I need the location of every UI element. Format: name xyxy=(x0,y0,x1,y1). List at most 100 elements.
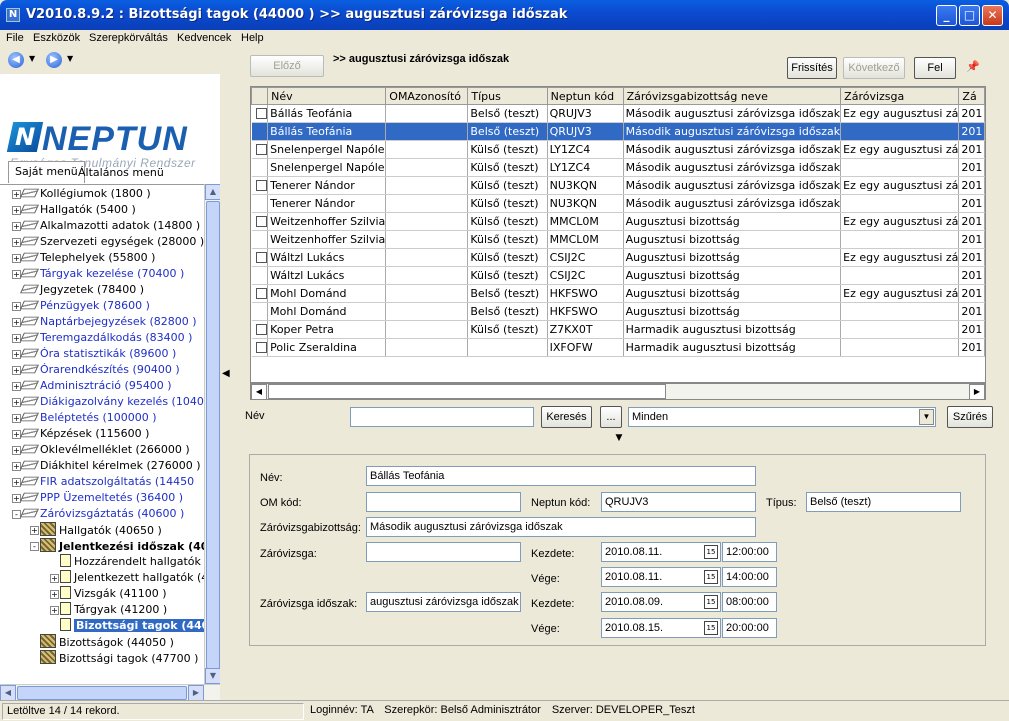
column-header[interactable]: OMAzonosító xyxy=(385,87,469,105)
tree-item[interactable]: + FIR adatszolgáltatás (14450 xyxy=(12,474,194,490)
expand-icon[interactable]: + xyxy=(12,382,21,391)
name-field[interactable]: Bállás Teofánia xyxy=(366,466,756,486)
exam-field[interactable] xyxy=(366,542,521,562)
expand-icon[interactable]: + xyxy=(12,478,21,487)
column-header[interactable] xyxy=(251,87,269,105)
tree-item[interactable]: + Kollégiumok (1800 ) xyxy=(12,186,151,202)
expand-icon[interactable]: + xyxy=(12,270,21,279)
scroll-down-icon[interactable]: ▼ xyxy=(205,668,221,684)
table-row[interactable]: Tenerer Nándor Külső (teszt) NU3KQN Második… xyxy=(251,194,985,213)
row-select-cell[interactable] xyxy=(251,212,269,231)
row-checkbox[interactable] xyxy=(255,108,267,119)
collapse-icon[interactable]: - xyxy=(30,542,39,551)
row-select-cell[interactable] xyxy=(251,176,269,195)
calendar-icon[interactable]: 15 xyxy=(704,545,718,559)
tab-general-menu[interactable]: Általános menü xyxy=(72,163,170,183)
exam-start-time[interactable]: 12:00:00 xyxy=(722,542,777,562)
tree-item[interactable]: Bizottságok (44050 ) xyxy=(40,634,174,650)
back-arrow-icon[interactable]: ◀ xyxy=(8,52,24,68)
collapse-detail-icon[interactable]: ▼ xyxy=(605,434,633,443)
table-row[interactable]: Snelenpergel Napóle Külső (teszt) LY1ZC4 Má… xyxy=(251,158,985,177)
tree-item[interactable]: + Szervezeti egységek (28000 ) xyxy=(12,234,204,250)
search-input[interactable] xyxy=(350,407,534,427)
calendar-icon[interactable]: 15 xyxy=(704,595,718,609)
period-end-date[interactable]: 2010.08.15. xyxy=(601,618,721,638)
period-start-time[interactable]: 08:00:00 xyxy=(722,592,777,612)
tree-item[interactable]: + Órarendkészítés (90400 ) xyxy=(12,362,180,378)
up-button[interactable]: Fel xyxy=(914,57,956,79)
period-field[interactable]: augusztusi záróvizsga időszak xyxy=(366,592,521,612)
menu-role-switch[interactable]: Szerepkörváltás xyxy=(89,32,168,44)
column-header[interactable]: Típus xyxy=(467,87,548,105)
tree-horizontal-scrollbar[interactable]: ◀ ▶ xyxy=(0,684,220,701)
tree-item[interactable]: + Alkalmazotti adatok (14800 ) xyxy=(12,218,200,234)
row-select-cell[interactable] xyxy=(251,104,269,123)
tree-item[interactable]: Bizottsági tagok (440 xyxy=(60,618,204,634)
scroll-left-icon[interactable]: ◀ xyxy=(0,685,16,701)
row-checkbox[interactable] xyxy=(255,342,267,353)
expand-icon[interactable]: + xyxy=(12,350,21,359)
row-select-cell[interactable] xyxy=(251,338,269,357)
maximize-button[interactable]: □ xyxy=(959,5,980,26)
table-row[interactable]: Weitzenhoffer Szilvia Külső (teszt) MMCL0M… xyxy=(251,212,985,231)
table-row[interactable]: Tenerer Nándor Külső (teszt) NU3KQN Második… xyxy=(251,176,985,195)
row-checkbox[interactable] xyxy=(255,252,267,263)
column-header[interactable]: Záróvizsgabizottság neve xyxy=(622,87,842,105)
row-select-cell[interactable] xyxy=(251,230,269,249)
row-select-cell[interactable] xyxy=(251,284,269,303)
expand-icon[interactable]: + xyxy=(12,366,21,375)
expand-icon[interactable]: + xyxy=(12,222,21,231)
tree-item[interactable]: + Telephelyek (55800 ) xyxy=(12,250,155,266)
type-field[interactable]: Belső (teszt) xyxy=(806,492,961,512)
menu-help[interactable]: Help xyxy=(241,32,264,44)
grid-horizontal-scrollbar[interactable]: ◀ ▶ xyxy=(250,383,986,400)
expand-icon[interactable]: + xyxy=(12,334,21,343)
exam-end-time[interactable]: 14:00:00 xyxy=(722,567,777,587)
filter-select[interactable]: Minden ▼ xyxy=(628,407,936,427)
forward-arrow-icon[interactable]: ▶ xyxy=(46,52,62,68)
expand-icon[interactable]: + xyxy=(12,414,21,423)
dropdown-arrow-icon[interactable]: ▼ xyxy=(919,409,934,425)
scroll-thumb[interactable] xyxy=(268,384,666,399)
period-start-date[interactable]: 2010.08.09. xyxy=(601,592,721,612)
table-row[interactable]: Snelenpergel Napóle Külső (teszt) LY1ZC4 Má… xyxy=(251,140,985,159)
column-header[interactable]: Neptun kód xyxy=(546,87,624,105)
row-select-cell[interactable] xyxy=(251,302,269,321)
tree-item[interactable]: - Jelentkezési időszak (40 xyxy=(30,538,204,554)
tree-item[interactable]: + Teremgazdálkodás (83400 ) xyxy=(12,330,192,346)
scroll-thumb[interactable] xyxy=(206,201,220,669)
row-select-cell[interactable] xyxy=(251,194,269,213)
table-row[interactable]: Mohl Dománd Belső (teszt) HKFSWO Augusztusi… xyxy=(251,284,985,303)
scroll-left-icon[interactable]: ◀ xyxy=(251,384,267,400)
table-row[interactable]: Polic Zseraldina IXFOFW Harmadik augusztus… xyxy=(251,338,985,357)
tree-item[interactable]: Hozzárendelt hallgatók (4 xyxy=(60,554,204,570)
tree-item[interactable]: + Naptárbejegyzések (82800 ) xyxy=(12,314,197,330)
search-button[interactable]: Keresés xyxy=(541,406,592,428)
pin-icon[interactable]: 📌 xyxy=(966,60,980,73)
back-dropdown-icon[interactable]: ▼ xyxy=(29,54,35,63)
expand-icon[interactable]: + xyxy=(12,446,21,455)
row-checkbox[interactable] xyxy=(255,288,267,299)
column-header[interactable]: Záróvizsga xyxy=(840,87,960,105)
table-row[interactable]: Mohl Dománd Belső (teszt) HKFSWO Augusztusi… xyxy=(251,302,985,321)
expand-icon[interactable]: + xyxy=(50,606,59,615)
row-checkbox[interactable] xyxy=(255,216,267,227)
row-select-cell[interactable] xyxy=(251,158,269,177)
collapse-left-icon[interactable]: ◀ xyxy=(222,366,230,382)
calendar-icon[interactable]: 15 xyxy=(704,570,718,584)
menu-tools[interactable]: Eszközök xyxy=(33,32,80,44)
expand-icon[interactable]: + xyxy=(12,430,21,439)
tree-item[interactable]: + Óra statisztikák (89600 ) xyxy=(12,346,176,362)
expand-icon[interactable]: + xyxy=(12,254,21,263)
tree-item[interactable]: + Jelentkezett hallgatók (41 xyxy=(50,570,204,586)
exam-end-date[interactable]: 2010.08.11. xyxy=(601,567,721,587)
table-row[interactable]: Wáltzl Lukács Külső (teszt) CSIJ2C Augusztu… xyxy=(251,248,985,267)
refresh-button[interactable]: Frissítés xyxy=(787,57,837,79)
column-header[interactable]: Név xyxy=(267,87,387,105)
menu-file[interactable]: File xyxy=(6,32,24,44)
row-checkbox[interactable] xyxy=(255,144,267,155)
column-header[interactable]: Zá xyxy=(958,87,985,105)
expand-icon[interactable]: + xyxy=(30,526,39,535)
forward-dropdown-icon[interactable]: ▼ xyxy=(67,54,73,63)
expand-icon[interactable]: + xyxy=(12,462,21,471)
